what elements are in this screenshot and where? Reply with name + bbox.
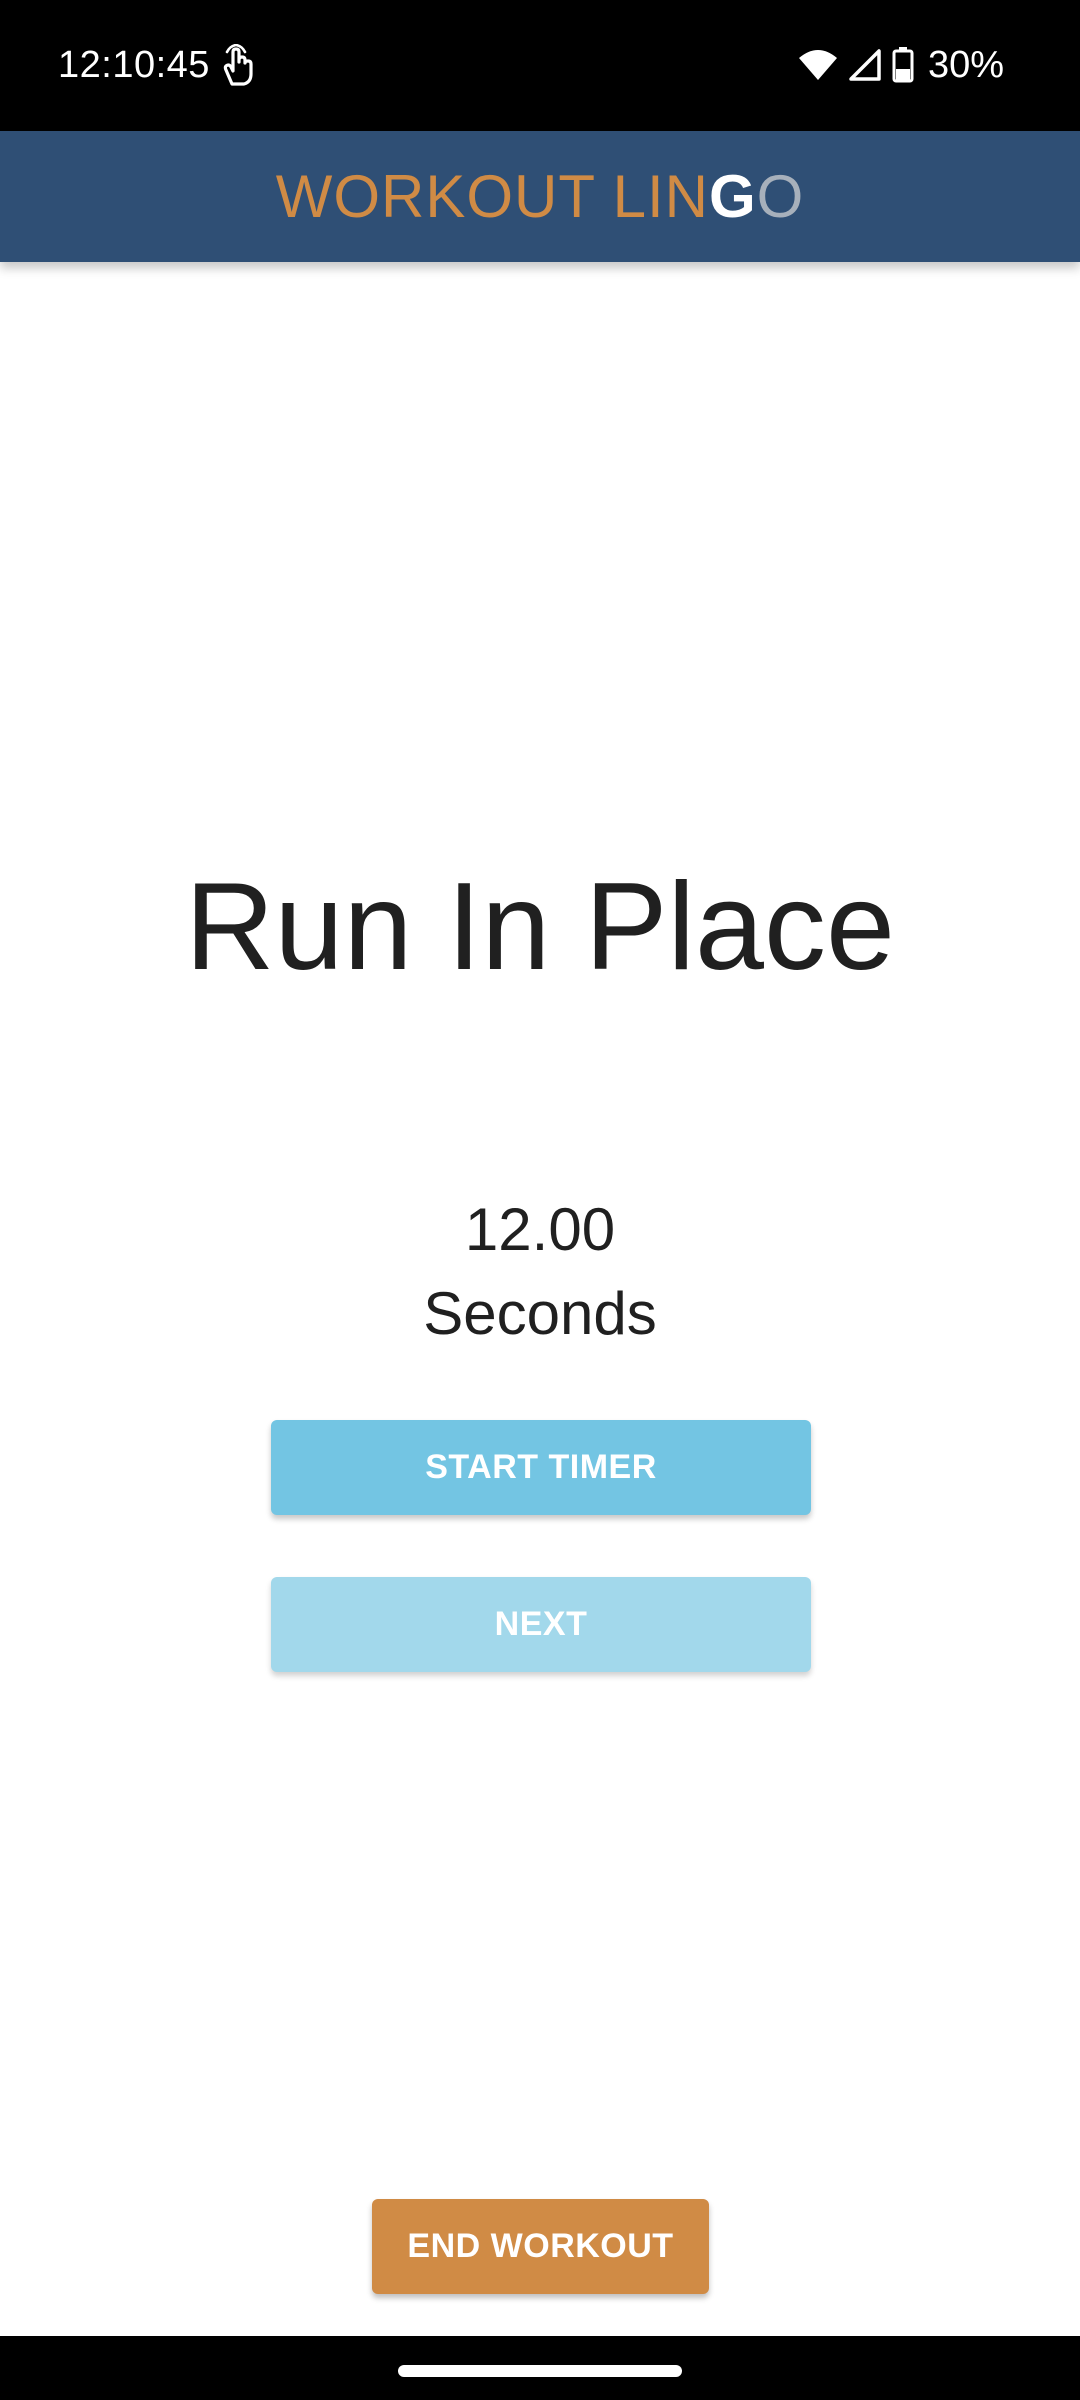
app-title-grey: O xyxy=(756,162,805,230)
next-button[interactable]: NEXT xyxy=(271,1577,811,1672)
status-time: 12:10:45 xyxy=(58,44,210,86)
app-title: WORKOUT LINGO xyxy=(276,162,805,232)
status-right-group: 30% xyxy=(798,40,1004,90)
start-timer-button[interactable]: START TIMER xyxy=(271,1420,811,1515)
timer-unit: Seconds xyxy=(423,1280,657,1347)
wifi-icon xyxy=(798,50,837,80)
battery-icon xyxy=(892,47,914,83)
exercise-name: Run In Place xyxy=(185,858,895,996)
app-title-orange: WORKOUT LIN xyxy=(275,162,709,230)
battery-percent: 30% xyxy=(927,44,1004,86)
end-workout-button[interactable]: END WORKOUT xyxy=(372,2199,709,2294)
touch-icon xyxy=(218,43,258,88)
home-gesture-handle[interactable] xyxy=(398,2365,682,2377)
timer-value: 12.00 xyxy=(464,1196,616,1263)
app-title-white: G xyxy=(708,162,757,230)
app-bar: WORKOUT LINGO xyxy=(0,131,1080,262)
cell-signal-icon xyxy=(849,49,881,81)
status-bar: 12:10:45 30% xyxy=(0,0,1080,131)
